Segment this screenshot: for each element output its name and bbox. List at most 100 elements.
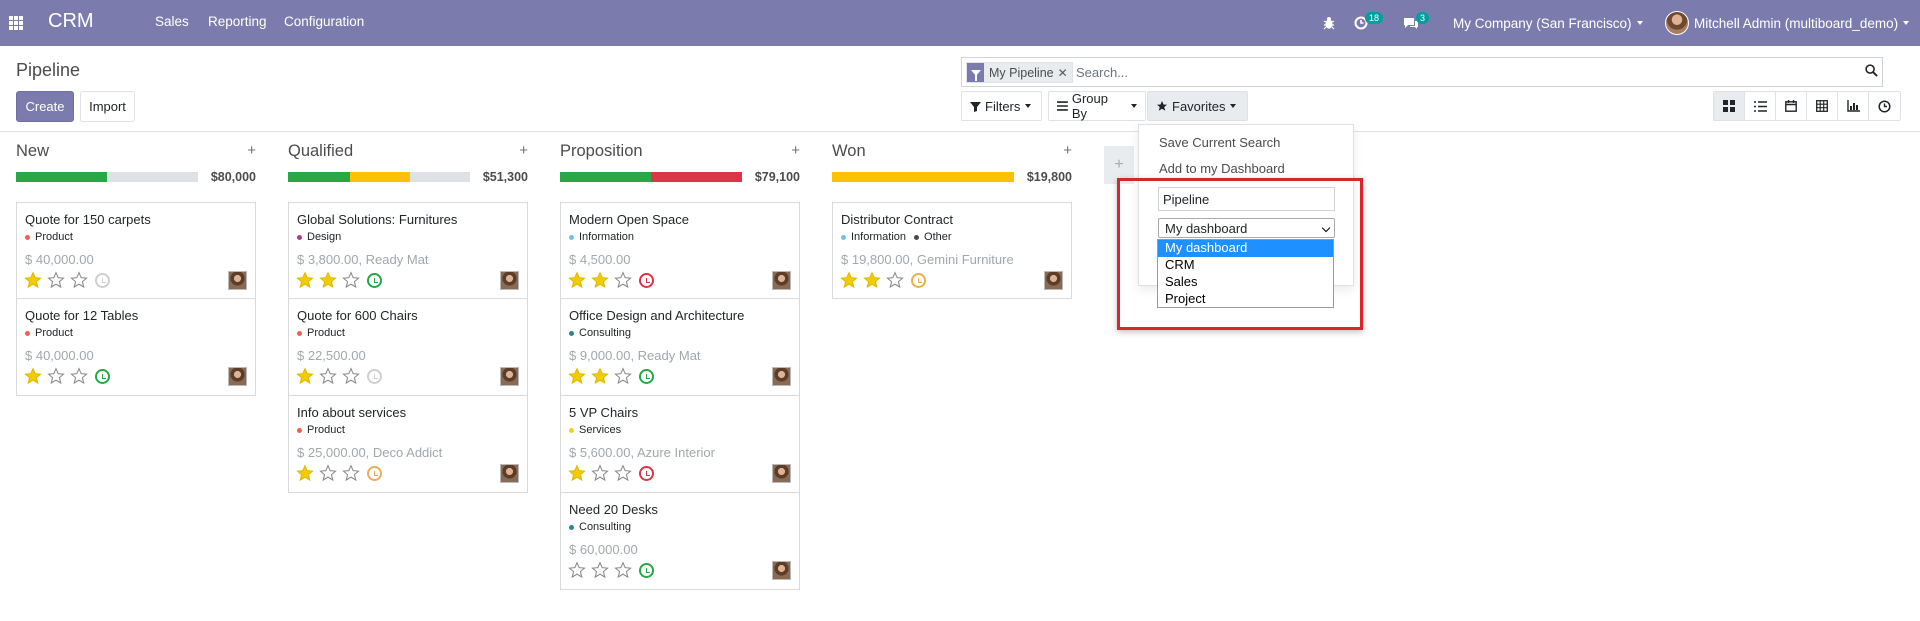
star-filled-icon[interactable] — [319, 271, 337, 289]
dashboard-option[interactable]: My dashboard — [1158, 240, 1333, 257]
star-empty-icon[interactable] — [886, 271, 904, 289]
kanban-card[interactable]: 5 VP Chairs Services $ 5,600.00, Azure Int… — [560, 396, 800, 493]
kanban-card[interactable]: Quote for 600 Chairs Product $ 22,500.00 — [288, 299, 528, 396]
app-brand[interactable]: CRM — [48, 10, 94, 33]
star-filled-icon[interactable] — [591, 271, 609, 289]
progress-segment[interactable] — [409, 172, 470, 182]
activity-clock-icon[interactable] — [639, 465, 654, 481]
list-view-icon[interactable] — [1745, 92, 1776, 120]
progress-segment[interactable] — [107, 172, 198, 182]
column-title[interactable]: Qualified — [288, 142, 528, 164]
search-icon[interactable] — [1865, 64, 1878, 77]
quick-create-icon[interactable]: + — [247, 142, 256, 159]
activity-clock-icon[interactable] — [95, 368, 110, 384]
kanban-card[interactable]: Office Design and Architecture Consulting… — [560, 299, 800, 396]
menu-reporting[interactable]: Reporting — [208, 14, 267, 29]
star-empty-icon[interactable] — [70, 367, 88, 385]
star-empty-icon[interactable] — [591, 561, 609, 579]
facet-remove-icon[interactable]: ✕ — [1058, 66, 1072, 80]
calendar-view-icon[interactable] — [1776, 92, 1807, 120]
progress-segment[interactable] — [651, 172, 742, 182]
star-filled-icon[interactable] — [840, 271, 858, 289]
kanban-card[interactable]: Quote for 150 carpets Product $ 40,000.00 — [16, 202, 256, 299]
star-empty-icon[interactable] — [614, 367, 632, 385]
graph-view-icon[interactable] — [1838, 92, 1869, 120]
add-to-dashboard-item[interactable]: Add to my Dashboard — [1159, 161, 1285, 176]
kanban-card[interactable]: Global Solutions: Furnitures Design $ 3,80… — [288, 202, 528, 299]
create-button[interactable]: Create — [16, 91, 74, 122]
activity-clock-icon[interactable] — [367, 465, 382, 481]
column-title[interactable]: Proposition — [560, 142, 800, 164]
star-empty-icon[interactable] — [614, 561, 632, 579]
quick-create-icon[interactable]: + — [791, 142, 800, 159]
star-empty-icon[interactable] — [319, 464, 337, 482]
search-bar[interactable]: My Pipeline ✕ Search... — [961, 57, 1883, 87]
activity-clock-icon[interactable] — [639, 272, 654, 288]
activity-clock-icon[interactable] — [95, 272, 110, 288]
star-empty-icon[interactable] — [614, 271, 632, 289]
search-input[interactable]: Search... — [1076, 65, 1128, 80]
groupby-button[interactable]: Group By — [1048, 91, 1146, 121]
kanban-card[interactable]: Need 20 Desks Consulting $ 60,000.00 — [560, 493, 800, 590]
star-filled-icon[interactable] — [568, 464, 586, 482]
star-filled-icon[interactable] — [568, 271, 586, 289]
star-empty-icon[interactable] — [47, 271, 65, 289]
activity-view-icon[interactable] — [1869, 92, 1900, 120]
menu-sales[interactable]: Sales — [155, 14, 189, 29]
star-filled-icon[interactable] — [24, 271, 42, 289]
activity-clock-icon[interactable] — [911, 272, 926, 288]
star-empty-icon[interactable] — [319, 367, 337, 385]
dashboard-select[interactable]: My dashboard — [1158, 218, 1335, 238]
kanban-card[interactable]: Distributor Contract Information Other $ 19… — [832, 202, 1072, 299]
star-filled-icon[interactable] — [863, 271, 881, 289]
column-progress-bar[interactable] — [832, 172, 1014, 182]
activity-clock-button[interactable]: 18 — [1354, 0, 1386, 46]
dashboard-option[interactable]: Sales — [1158, 274, 1333, 291]
star-empty-icon[interactable] — [47, 367, 65, 385]
activity-clock-icon[interactable] — [639, 368, 654, 384]
column-title[interactable]: Won — [832, 142, 1072, 164]
debug-bug-icon[interactable] — [1322, 0, 1336, 46]
messages-button[interactable]: 3 — [1403, 0, 1432, 46]
star-empty-icon[interactable] — [614, 464, 632, 482]
filters-button[interactable]: Filters — [961, 91, 1042, 121]
star-empty-icon[interactable] — [70, 271, 88, 289]
kanban-card[interactable]: Modern Open Space Information $ 4,500.00 — [560, 202, 800, 299]
star-filled-icon[interactable] — [24, 367, 42, 385]
favorites-button[interactable]: Favorites — [1147, 91, 1248, 121]
import-button[interactable]: Import — [80, 91, 135, 122]
star-empty-icon[interactable] — [342, 367, 360, 385]
dashboard-option[interactable]: Project — [1158, 291, 1333, 308]
progress-segment[interactable] — [349, 172, 410, 182]
kanban-card[interactable]: Info about services Product $ 25,000.00, D… — [288, 396, 528, 493]
star-filled-icon[interactable] — [296, 367, 314, 385]
activity-clock-icon[interactable] — [639, 562, 654, 578]
quick-create-icon[interactable]: + — [1063, 142, 1072, 159]
dashboard-name-input[interactable]: Pipeline — [1158, 187, 1335, 211]
column-progress-bar[interactable] — [560, 172, 742, 182]
pivot-view-icon[interactable] — [1807, 92, 1838, 120]
dashboard-option[interactable]: CRM — [1158, 257, 1333, 274]
star-empty-icon[interactable] — [591, 464, 609, 482]
progress-segment[interactable] — [288, 172, 350, 182]
apps-menu-icon[interactable] — [9, 16, 23, 30]
column-title[interactable]: New — [16, 142, 256, 164]
star-empty-icon[interactable] — [568, 561, 586, 579]
activity-clock-icon[interactable] — [367, 368, 382, 384]
company-switcher[interactable]: My Company (San Francisco) — [1453, 0, 1643, 46]
star-empty-icon[interactable] — [342, 464, 360, 482]
column-progress-bar[interactable] — [16, 172, 198, 182]
menu-configuration[interactable]: Configuration — [284, 14, 364, 29]
activity-clock-icon[interactable] — [367, 272, 382, 288]
progress-segment[interactable] — [560, 172, 651, 182]
add-column-button[interactable]: + — [1104, 146, 1134, 184]
progress-segment[interactable] — [16, 172, 107, 182]
kanban-view-icon[interactable] — [1714, 92, 1745, 120]
quick-create-icon[interactable]: + — [519, 142, 528, 159]
save-current-search-item[interactable]: Save Current Search — [1159, 135, 1280, 150]
star-filled-icon[interactable] — [296, 464, 314, 482]
column-progress-bar[interactable] — [288, 172, 470, 182]
user-menu[interactable]: Mitchell Admin (multiboard_demo) — [1665, 0, 1910, 46]
progress-segment[interactable] — [832, 172, 1014, 182]
star-filled-icon[interactable] — [296, 271, 314, 289]
